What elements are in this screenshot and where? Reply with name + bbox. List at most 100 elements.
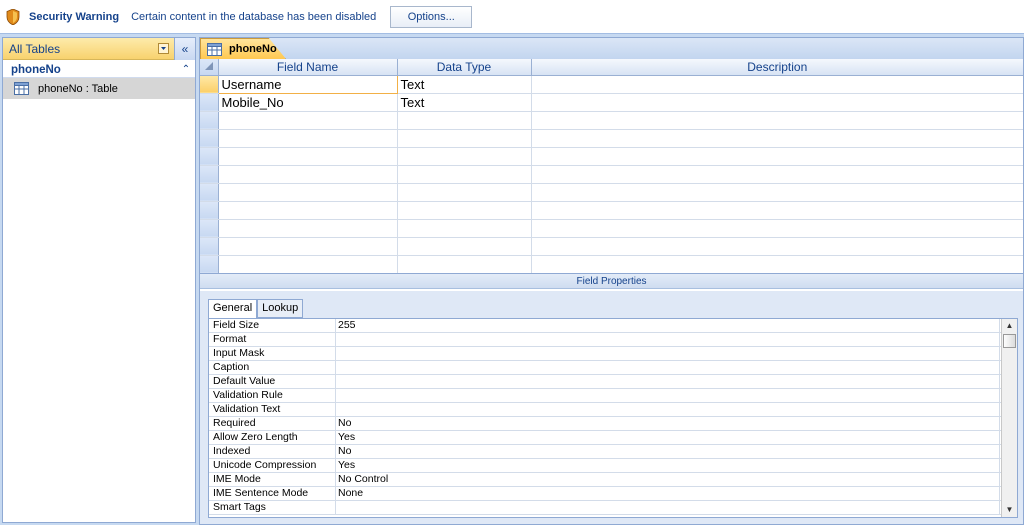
property-value[interactable] — [336, 501, 1000, 514]
property-value[interactable] — [336, 389, 1000, 402]
description-cell[interactable] — [531, 237, 1023, 256]
table-row[interactable] — [200, 147, 1023, 166]
property-row[interactable]: IME Mode No Control — [209, 473, 1017, 487]
property-value[interactable]: No — [336, 445, 1000, 458]
nav-group-header[interactable]: phoneNo ⌃ — [3, 62, 195, 78]
scroll-down-icon[interactable]: ▼ — [1002, 503, 1017, 517]
row-selector[interactable] — [200, 219, 219, 238]
property-row[interactable]: Unicode Compression Yes — [209, 459, 1017, 473]
tab-lookup[interactable]: Lookup — [257, 299, 304, 318]
property-row[interactable]: Required No — [209, 417, 1017, 431]
row-selector[interactable] — [200, 165, 219, 184]
description-cell[interactable] — [531, 165, 1023, 184]
nav-item-phoneno-table[interactable]: phoneNo : Table — [3, 78, 195, 99]
table-row[interactable]: Username Text — [200, 74, 1023, 94]
table-row[interactable] — [200, 111, 1023, 130]
property-value[interactable]: None — [336, 487, 1000, 500]
row-selector[interactable] — [200, 183, 219, 202]
property-row[interactable]: IME Sentence Mode None — [209, 487, 1017, 501]
property-value[interactable] — [336, 347, 1000, 360]
row-selector[interactable] — [200, 237, 219, 256]
shutter-bar-collapse-button[interactable]: « — [174, 37, 195, 60]
nav-pane-header[interactable]: All Tables « — [3, 37, 195, 60]
data-type-cell[interactable] — [397, 165, 532, 184]
field-name-cell[interactable] — [218, 129, 398, 148]
description-cell[interactable] — [531, 147, 1023, 166]
tab-general[interactable]: General — [208, 299, 258, 319]
row-selector[interactable] — [200, 75, 219, 94]
property-row[interactable]: Indexed No — [209, 445, 1017, 459]
property-value[interactable]: No — [336, 417, 1000, 430]
field-name-cell[interactable]: Username — [217, 74, 398, 94]
data-type-cell[interactable] — [397, 147, 532, 166]
property-value[interactable] — [336, 333, 1000, 346]
data-type-cell[interactable] — [397, 129, 532, 148]
data-type-cell[interactable]: Text — [397, 75, 532, 94]
data-type-cell[interactable] — [397, 111, 532, 130]
table-row[interactable]: Mobile_No Text — [200, 93, 1023, 112]
column-header-data-type[interactable]: Data Type — [397, 59, 532, 76]
property-row[interactable]: Default Value — [209, 375, 1017, 389]
property-value[interactable] — [336, 375, 1000, 388]
description-cell[interactable] — [531, 129, 1023, 148]
field-name-cell[interactable] — [218, 237, 398, 256]
properties-scrollbar[interactable]: ▲ ▼ — [1001, 319, 1017, 517]
row-selector[interactable] — [200, 129, 219, 148]
property-value[interactable]: Yes — [336, 431, 1000, 444]
options-button[interactable]: Options... — [390, 5, 473, 28]
table-row[interactable] — [200, 219, 1023, 238]
chevron-up-icon[interactable]: ⌃ — [177, 64, 195, 75]
data-type-cell[interactable] — [397, 219, 532, 238]
scrollbar-thumb[interactable] — [1003, 334, 1016, 348]
property-value[interactable]: No Control — [336, 473, 1000, 486]
table-row[interactable] — [200, 165, 1023, 184]
field-name-cell[interactable] — [218, 255, 398, 273]
property-row[interactable]: Validation Rule — [209, 389, 1017, 403]
description-cell[interactable] — [531, 255, 1023, 273]
row-selector[interactable] — [200, 255, 219, 273]
description-cell[interactable] — [531, 219, 1023, 238]
document-tab-phoneno[interactable]: phoneNo — [200, 38, 286, 59]
row-selector[interactable] — [200, 201, 219, 220]
property-row[interactable]: Allow Zero Length Yes — [209, 431, 1017, 445]
column-header-field-name[interactable]: Field Name — [218, 59, 398, 76]
property-row[interactable]: Validation Text — [209, 403, 1017, 417]
column-header-description[interactable]: Description — [531, 59, 1023, 76]
field-name-cell[interactable] — [218, 219, 398, 238]
property-value[interactable] — [336, 361, 1000, 374]
property-row[interactable]: Input Mask — [209, 347, 1017, 361]
property-row[interactable]: Caption — [209, 361, 1017, 375]
description-cell[interactable] — [531, 93, 1023, 112]
table-row[interactable] — [200, 129, 1023, 148]
property-value[interactable] — [336, 403, 1000, 416]
field-name-cell[interactable] — [218, 111, 398, 130]
row-selector[interactable] — [200, 93, 219, 112]
field-name-cell[interactable] — [218, 183, 398, 202]
description-cell[interactable] — [531, 183, 1023, 202]
field-name-cell[interactable] — [218, 147, 398, 166]
data-type-cell[interactable]: Text — [397, 93, 532, 112]
data-type-cell[interactable] — [397, 255, 532, 273]
field-name-cell[interactable] — [218, 201, 398, 220]
select-all-corner[interactable] — [200, 59, 219, 76]
field-name-cell[interactable] — [218, 165, 398, 184]
description-cell[interactable] — [531, 75, 1023, 94]
row-selector[interactable] — [200, 147, 219, 166]
table-row[interactable] — [200, 237, 1023, 256]
data-type-cell[interactable] — [397, 183, 532, 202]
data-type-cell[interactable] — [397, 201, 532, 220]
description-cell[interactable] — [531, 111, 1023, 130]
data-type-cell[interactable] — [397, 237, 532, 256]
chevron-down-icon[interactable] — [157, 42, 170, 55]
property-row[interactable]: Field Size 255 — [209, 319, 1017, 333]
scroll-up-icon[interactable]: ▲ — [1002, 319, 1017, 333]
property-value[interactable]: Yes — [336, 459, 1000, 472]
field-name-cell[interactable]: Mobile_No — [218, 93, 398, 112]
description-cell[interactable] — [531, 201, 1023, 220]
table-row[interactable] — [200, 183, 1023, 202]
property-value[interactable]: 255 — [336, 319, 1000, 332]
table-row[interactable] — [200, 255, 1023, 273]
table-row[interactable] — [200, 201, 1023, 220]
row-selector[interactable] — [200, 111, 219, 130]
property-row[interactable]: Format — [209, 333, 1017, 347]
